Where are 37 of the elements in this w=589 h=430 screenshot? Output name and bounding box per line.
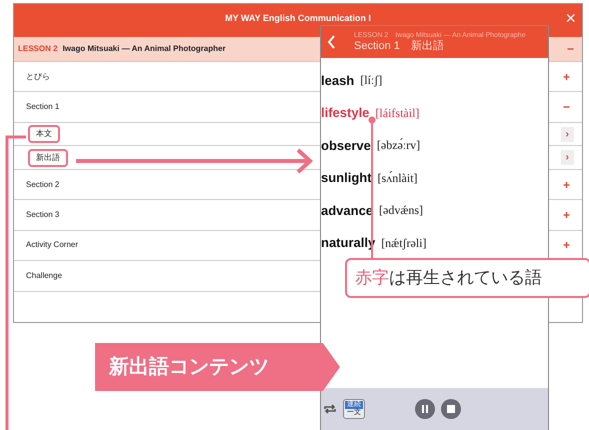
toggle-button[interactable]: +	[558, 176, 574, 194]
word-text: lifestyle	[321, 104, 370, 122]
word-text: sunlight	[321, 169, 372, 187]
back-icon[interactable]	[327, 35, 336, 49]
pronunciation-text: [líːʃ]	[360, 72, 382, 90]
pronunciation-text: [ədvǽns]	[379, 202, 424, 220]
word-text: leash	[321, 72, 354, 90]
open-button[interactable]: ›	[560, 126, 574, 142]
open-button[interactable]: ›	[560, 150, 574, 166]
row-label: Activity Corner	[25, 239, 80, 252]
window-title: MY WAY English Communication I	[225, 12, 371, 25]
row-label: Challenge	[25, 270, 64, 282]
pause-button[interactable]	[415, 399, 435, 419]
toggle-button[interactable]: +	[558, 206, 574, 224]
row-label: Section 1	[25, 101, 60, 114]
row-label: とびら	[25, 70, 51, 83]
pronunciation-text: [sʌ́nlàit]	[378, 170, 418, 187]
stop-icon	[447, 405, 455, 413]
toggle-button[interactable]: +	[558, 236, 574, 254]
toggle-button[interactable]: +	[558, 68, 574, 86]
pause-icon	[421, 405, 429, 413]
callout-banner: 新出語コンテンツ	[95, 343, 340, 391]
repeat-icon[interactable]	[323, 403, 337, 415]
lesson-number: LESSON 2	[18, 42, 58, 55]
callout-tooltip: 赤字は再生されている語	[345, 258, 589, 298]
close-button[interactable]: ×	[565, 9, 576, 27]
word-text: advance	[321, 202, 374, 220]
highlighted-label: 新出語	[28, 148, 68, 167]
stop-button[interactable]	[441, 399, 461, 419]
lesson-title: Iwago Mitsuaki — An Animal Photographer	[62, 42, 226, 55]
highlighted-label: 本文	[28, 125, 60, 144]
row-label: Section 2	[25, 178, 60, 191]
panel-title: Section 1 新出語	[354, 40, 445, 52]
pronunciation-text: [láifstàil]	[375, 104, 420, 122]
toggle-button[interactable]: −	[558, 98, 574, 116]
pronunciation-text: [nǽtʃrəli]	[381, 234, 427, 252]
row-label: Section 3	[25, 209, 60, 222]
